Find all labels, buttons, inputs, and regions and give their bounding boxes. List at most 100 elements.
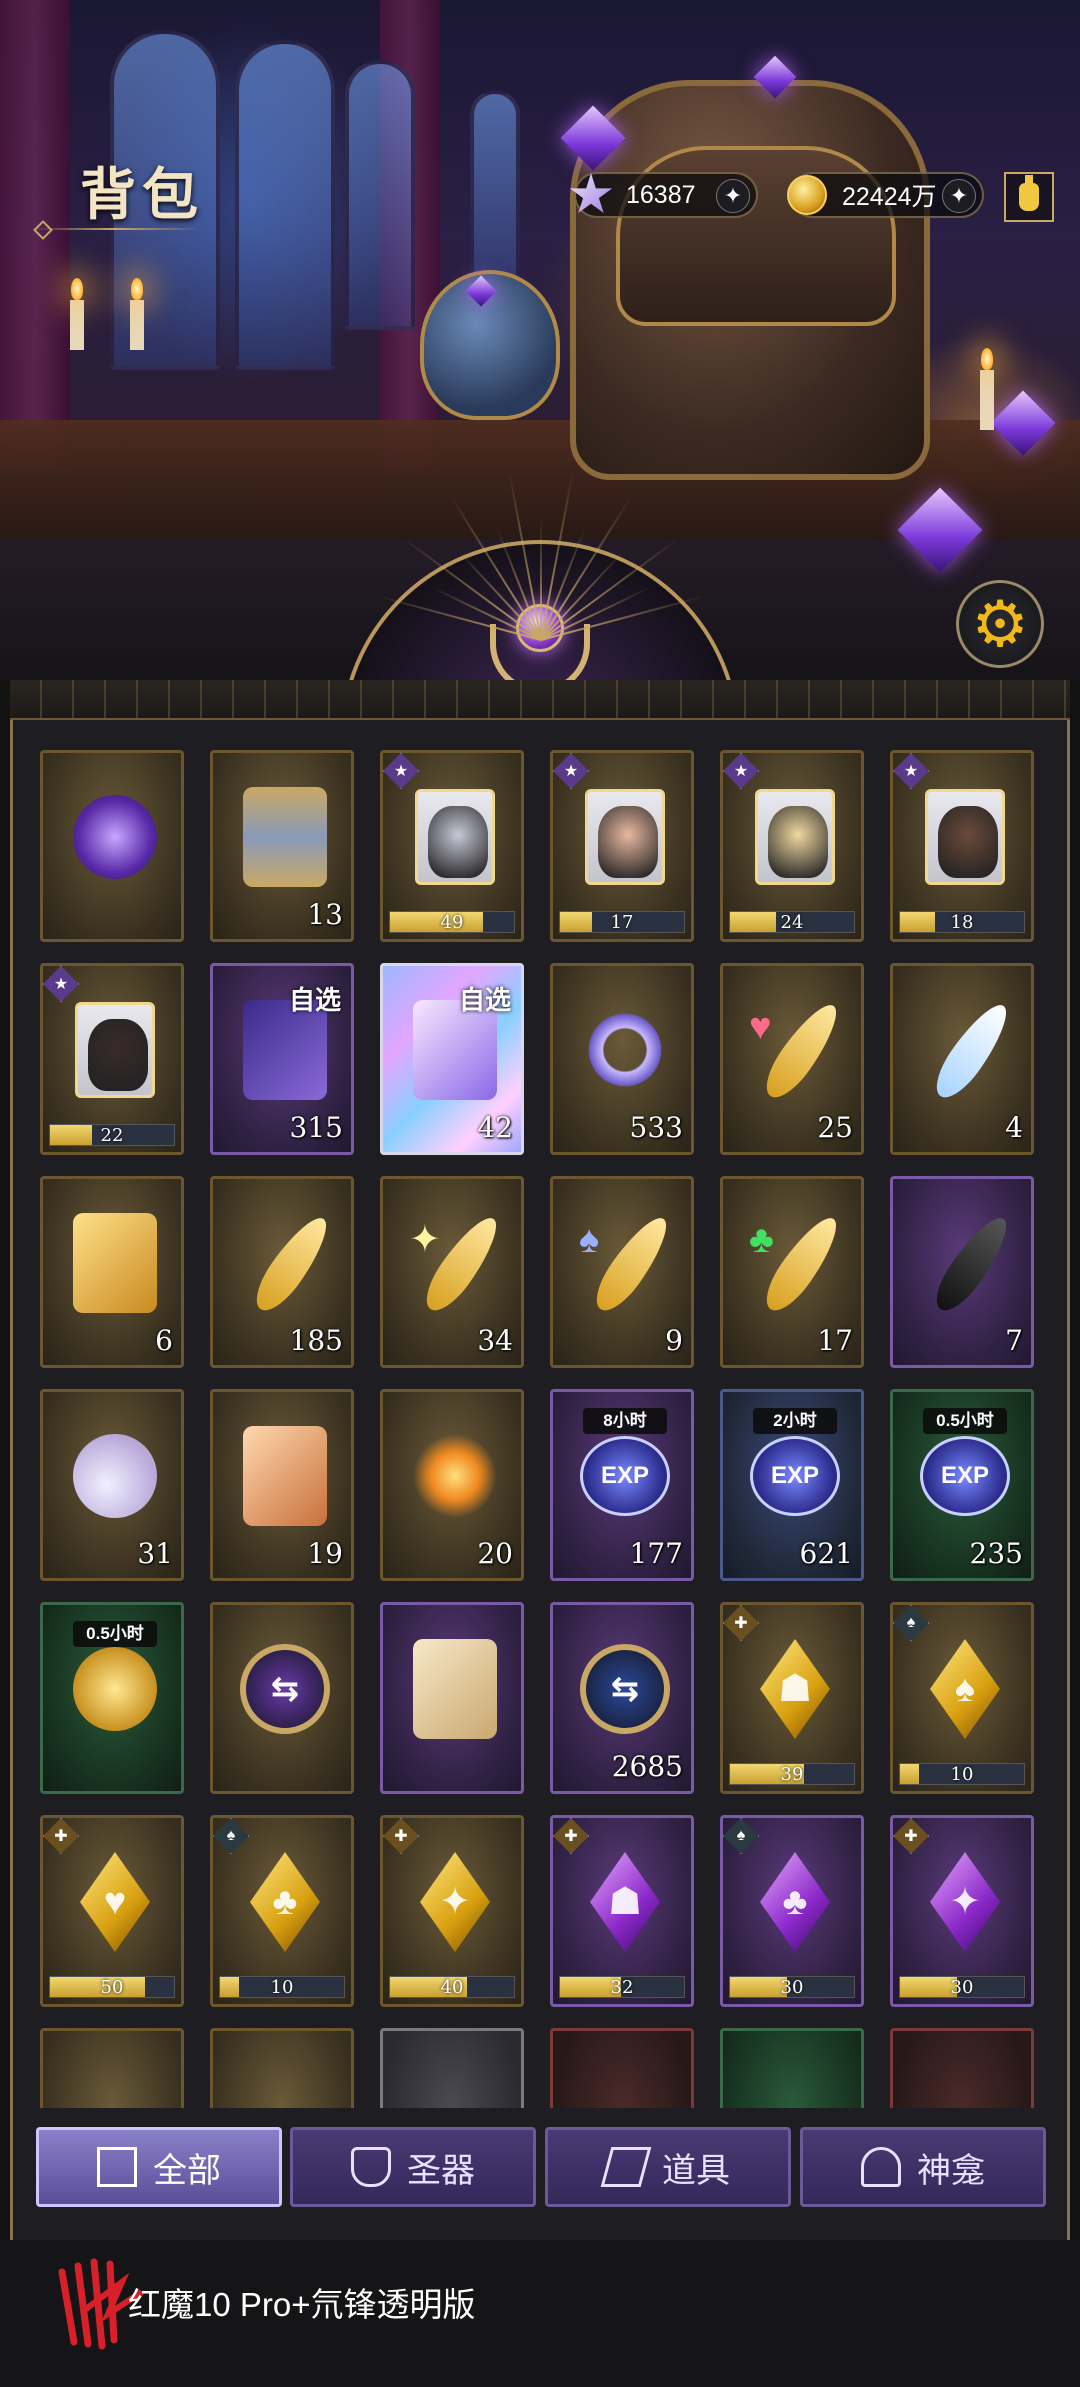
- arch-ray: [540, 520, 542, 640]
- puzzle-piece-blonde-icon: [745, 777, 845, 897]
- item-slot[interactable]: ♥ ✚ 50: [40, 1815, 184, 2007]
- shard-progress-bar: 40: [389, 1976, 515, 1998]
- item-slot[interactable]: ⇆ 2685: [550, 1602, 694, 1794]
- item-slot[interactable]: 自选 42: [380, 963, 524, 1155]
- item-count: 20: [477, 1537, 513, 1570]
- item-slot[interactable]: [550, 2028, 694, 2108]
- item-slot[interactable]: 185: [210, 1176, 354, 1368]
- tab-all[interactable]: 全部: [36, 2127, 282, 2207]
- tab-shrine-label: 神龛: [917, 2151, 985, 2190]
- tab-items[interactable]: 道具: [545, 2127, 791, 2207]
- heart-feather-icon: ♥: [745, 990, 848, 1110]
- gold-coin-icon: [780, 168, 834, 222]
- add-gold-button[interactable]: ✦: [942, 179, 976, 213]
- item-count: 621: [799, 1537, 853, 1570]
- item-slot[interactable]: [720, 2028, 864, 2108]
- item-slot[interactable]: [40, 2028, 184, 2108]
- item-slot[interactable]: ✦ 34: [380, 1176, 524, 1368]
- orb-pendant-icon: [65, 777, 165, 897]
- title-ornament: [30, 228, 200, 230]
- item-slot[interactable]: ★ 18: [890, 750, 1034, 942]
- item-count: 25: [817, 1111, 853, 1144]
- item-slot[interactable]: ♠ 9: [550, 1176, 694, 1368]
- item-count: 19: [307, 1537, 343, 1570]
- tab-relics-label: 圣器: [407, 2151, 475, 2190]
- item-slot[interactable]: 自选 315: [210, 963, 354, 1155]
- item-slot[interactable]: EXP 2小时 621: [720, 1389, 864, 1581]
- item-slot[interactable]: EXP 8小时 177: [550, 1389, 694, 1581]
- partial-row: [40, 2028, 1040, 2108]
- star-gem-amount: 16387: [626, 180, 696, 209]
- conch-shell-icon: [235, 1416, 335, 1536]
- item-slot[interactable]: [380, 1602, 524, 1794]
- item-slot[interactable]: 533: [550, 963, 694, 1155]
- gold-amount: 22424万: [842, 183, 937, 211]
- spade-feather-icon: ♠: [575, 1203, 678, 1323]
- shard-progress-bar: 39: [729, 1763, 855, 1785]
- item-slot[interactable]: 7: [890, 1176, 1034, 1368]
- puzzle-piece-dark-figure-icon: [65, 990, 165, 1110]
- duration-label: 2小时: [753, 1408, 837, 1434]
- item-slot[interactable]: EXP 0.5小时 235: [890, 1389, 1034, 1581]
- item-slot[interactable]: 31: [40, 1389, 184, 1581]
- diamond-feather-icon: ✦: [405, 1203, 508, 1323]
- item-slot[interactable]: ★ 17: [550, 750, 694, 942]
- item-slot[interactable]: 13: [210, 750, 354, 942]
- progress-value: 24: [780, 912, 804, 933]
- item-slot[interactable]: 20: [380, 1389, 524, 1581]
- item-slot[interactable]: ✦ ✚ 30: [890, 1815, 1034, 2007]
- item-count: 533: [629, 1111, 683, 1144]
- progress-value: 50: [100, 1977, 124, 1998]
- candle: [70, 278, 84, 350]
- progress-value: 39: [780, 1764, 804, 1785]
- item-slot[interactable]: 0.5小时: [40, 1602, 184, 1794]
- tab-relics[interactable]: 圣器: [290, 2127, 536, 2207]
- item-slot[interactable]: [210, 2028, 354, 2108]
- item-count: 2685: [611, 1750, 683, 1783]
- item-slot[interactable]: ★ 24: [720, 750, 864, 942]
- settings-button[interactable]: ⚙: [956, 580, 1044, 668]
- item-slot[interactable]: ♣ ♠ 10: [210, 1815, 354, 2007]
- shrine-icon: [861, 2147, 901, 2187]
- item-slot[interactable]: ⇆: [210, 1602, 354, 1794]
- item-slot[interactable]: ♥ 25: [720, 963, 864, 1155]
- tab-all-label: 全部: [153, 2151, 221, 2190]
- tab-shrine[interactable]: 神龛: [800, 2127, 1046, 2207]
- item-slot[interactable]: [380, 2028, 524, 2108]
- progress-value: 49: [440, 912, 464, 933]
- item-slot[interactable]: ♣ ♠ 30: [720, 1815, 864, 2007]
- progress-value: 32: [610, 1977, 634, 1998]
- item-count: 177: [629, 1537, 683, 1570]
- item-slot[interactable]: ♣ 17: [720, 1176, 864, 1368]
- blue-token-icon: ⇆: [575, 1629, 675, 1749]
- item-slot[interactable]: ★ 49: [380, 750, 524, 942]
- item-slot[interactable]: [890, 2028, 1034, 2108]
- item-count: 42: [477, 1111, 513, 1144]
- item-slot[interactable]: ♠ ♠ 10: [890, 1602, 1034, 1794]
- item-slot[interactable]: ★ 22: [40, 963, 184, 1155]
- item-slot[interactable]: 4: [890, 963, 1034, 1155]
- item-slot[interactable]: ☗ ✚ 39: [720, 1602, 864, 1794]
- black-feather-icon: [915, 1203, 1018, 1323]
- item-count: 34: [477, 1324, 513, 1357]
- fireworks-icon: [405, 1416, 505, 1536]
- star-gem-currency: 16387 ✦: [569, 172, 758, 218]
- item-slot[interactable]: ☗ ✚ 32: [550, 1815, 694, 2007]
- item-slot[interactable]: 19: [210, 1389, 354, 1581]
- progress-value: 30: [950, 1977, 974, 1998]
- item-count: 185: [289, 1324, 343, 1357]
- hourglass-icon: [235, 777, 335, 897]
- item-slot[interactable]: [40, 750, 184, 942]
- duration-label: 0.5小时: [73, 1621, 157, 1647]
- add-star-gem-button[interactable]: ✦: [716, 179, 750, 213]
- item-slot[interactable]: 6: [40, 1176, 184, 1368]
- gold-shard-figure-icon: ☗: [745, 1629, 845, 1749]
- puzzle-piece-dark-hair-icon: [915, 777, 1015, 897]
- candle: [980, 348, 994, 430]
- potion-button[interactable]: [1004, 172, 1054, 222]
- item-count: 6: [155, 1324, 173, 1357]
- gold-shard-heart-icon: ♥: [65, 1842, 165, 1962]
- gold-shard-spade-icon: ♠: [915, 1629, 1015, 1749]
- item-slot[interactable]: ✦ ✚ 40: [380, 1815, 524, 2007]
- club-feather-icon: ♣: [745, 1203, 848, 1323]
